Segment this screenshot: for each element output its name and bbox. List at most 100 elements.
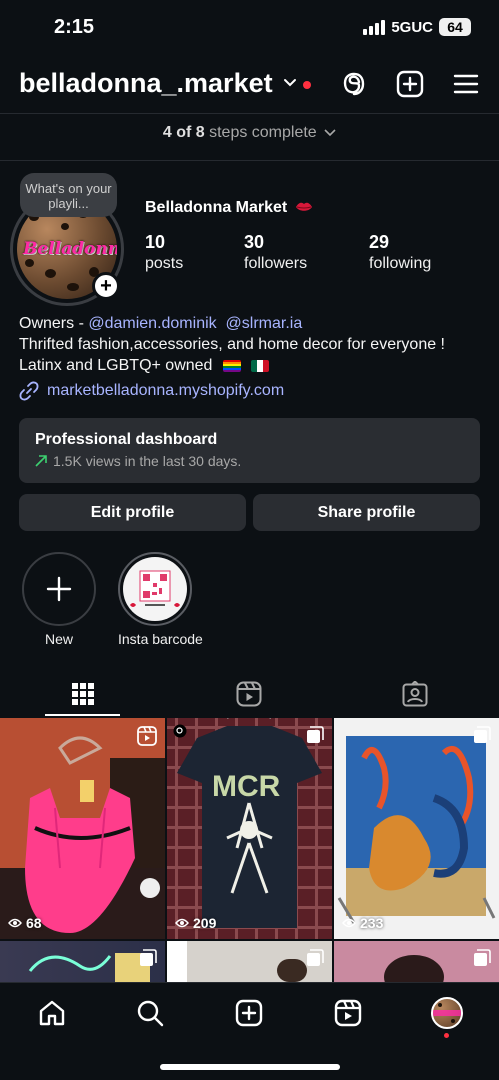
view-count-value: 68 [26, 915, 42, 931]
highlight-cover [118, 552, 192, 626]
carousel-icon [307, 949, 324, 966]
post-thumbnail[interactable]: 68 [0, 718, 165, 939]
post-thumbnail[interactable] [167, 941, 332, 982]
reels-icon [236, 681, 262, 707]
status-bar: 2:15 5GUC 64 [0, 0, 499, 56]
highlight-label: New [44, 631, 73, 647]
mention-link[interactable]: @slrmar.ia [226, 315, 303, 332]
grid-icon [72, 683, 94, 705]
avatar-thumbnail [433, 1003, 461, 1023]
qr-code-icon [123, 557, 187, 621]
dashboard-subtitle: 1.5K views in the last 30 days. [35, 453, 464, 469]
professional-dashboard[interactable]: Professional dashboard 1.5K views in the… [19, 418, 480, 483]
display-name: Belladonna Market [145, 199, 313, 217]
dashboard-views: 1.5K views in the last 30 days. [53, 453, 242, 469]
bio-prefix: Owners - [19, 315, 89, 332]
menu-icon[interactable] [452, 70, 480, 98]
svg-text:MCR: MCR [212, 770, 281, 803]
account-switcher[interactable]: belladonna_.market [19, 68, 273, 99]
share-profile-button[interactable]: Share profile [253, 494, 480, 531]
mention-link[interactable]: @damien.dominik [88, 315, 216, 332]
view-count: 68 [8, 915, 42, 931]
website-url: marketbelladonna.myshopify.com [47, 382, 285, 399]
highlight-label: Insta barcode [118, 631, 203, 647]
stat-following-label: following [369, 255, 432, 272]
pride-flag-icon [222, 359, 241, 372]
post-thumbnail[interactable]: 233 [334, 718, 499, 939]
post-image [334, 718, 499, 939]
profile-bio: Owners - @damien.dominik @slrmar.ia Thri… [19, 313, 484, 376]
website-link[interactable]: marketbelladonna.myshopify.com [19, 381, 284, 401]
edit-profile-button[interactable]: Edit profile [19, 494, 246, 531]
carousel-icon [307, 726, 324, 743]
carousel-icon [474, 726, 491, 743]
notification-dot [303, 81, 311, 89]
profile-avatar-small [431, 997, 463, 1029]
bio-line-owned: Latinx and LGBTQ+ owned [19, 355, 484, 376]
add-story-button[interactable]: + [92, 272, 120, 300]
post-thumbnail[interactable]: MCR 209 [167, 718, 332, 939]
highlight-new[interactable]: New [22, 552, 96, 647]
create-post-icon[interactable] [396, 70, 424, 98]
bio-line-description: Thrifted fashion,accessories, and home d… [19, 336, 445, 353]
divider [0, 113, 499, 114]
view-count-value: 233 [360, 915, 384, 931]
reel-icon [137, 726, 157, 746]
chevron-down-icon [324, 129, 336, 137]
tab-grid[interactable] [0, 670, 166, 718]
bio-owned-text: Latinx and LGBTQ+ owned [19, 357, 213, 374]
eye-icon [175, 918, 189, 928]
post-image: MCR [167, 718, 332, 939]
zoom-icon [173, 724, 187, 738]
threads-icon[interactable] [340, 70, 368, 98]
avatar-logo-text: Belladonna [23, 239, 117, 259]
trend-up-icon [35, 455, 47, 467]
network-label: 5GUC [391, 18, 433, 36]
bio-line-owners: Owners - @damien.dominik @slrmar.ia [19, 313, 484, 334]
eye-icon [8, 918, 22, 928]
view-count-value: 209 [193, 915, 217, 931]
stat-posts[interactable]: 10 posts [145, 232, 183, 273]
plus-icon [46, 576, 72, 602]
tab-reels[interactable] [166, 670, 332, 718]
notification-dot [444, 1033, 449, 1038]
stat-followers-label: followers [244, 255, 308, 272]
post-image [0, 718, 165, 939]
nav-search[interactable] [134, 997, 166, 1029]
view-count: 233 [342, 915, 383, 931]
view-count: 209 [175, 915, 216, 931]
home-icon [39, 1000, 65, 1026]
reels-icon [334, 999, 362, 1027]
dashboard-title: Professional dashboard [35, 431, 218, 448]
carousel-icon [140, 949, 157, 966]
highlight-insta-barcode[interactable]: Insta barcode [118, 552, 203, 647]
battery-icon: 64 [439, 18, 471, 36]
nav-home[interactable] [36, 997, 68, 1029]
stat-followers-count: 30 [244, 232, 265, 252]
active-tab-indicator [45, 714, 120, 716]
nav-profile[interactable] [431, 997, 463, 1029]
post-thumbnail[interactable] [334, 941, 499, 982]
status-time: 2:15 [54, 16, 95, 38]
steps-progress[interactable]: 4 of 8 steps complete [0, 124, 499, 142]
carousel-icon [474, 949, 491, 966]
stat-following[interactable]: 29 following [369, 232, 431, 273]
profile-header: belladonna_.market [0, 60, 499, 110]
steps-label: steps complete [209, 124, 317, 141]
create-icon [235, 999, 263, 1027]
divider [0, 160, 499, 161]
new-highlight-circle [22, 552, 96, 626]
display-name-text: Belladonna Market [145, 199, 288, 216]
nav-create[interactable] [233, 997, 265, 1029]
stat-posts-label: posts [145, 255, 184, 272]
nav-reels[interactable] [332, 997, 364, 1029]
note-bubble[interactable]: What's on your playli... [20, 173, 117, 217]
post-thumbnail[interactable] [0, 941, 165, 982]
search-icon [137, 1000, 164, 1027]
tab-tagged[interactable] [332, 670, 498, 718]
chevron-down-icon[interactable] [283, 76, 297, 90]
stat-posts-count: 10 [145, 232, 166, 252]
stat-followers[interactable]: 30 followers [244, 232, 307, 273]
signal-icon [363, 19, 386, 35]
mexico-flag-icon [251, 359, 270, 372]
